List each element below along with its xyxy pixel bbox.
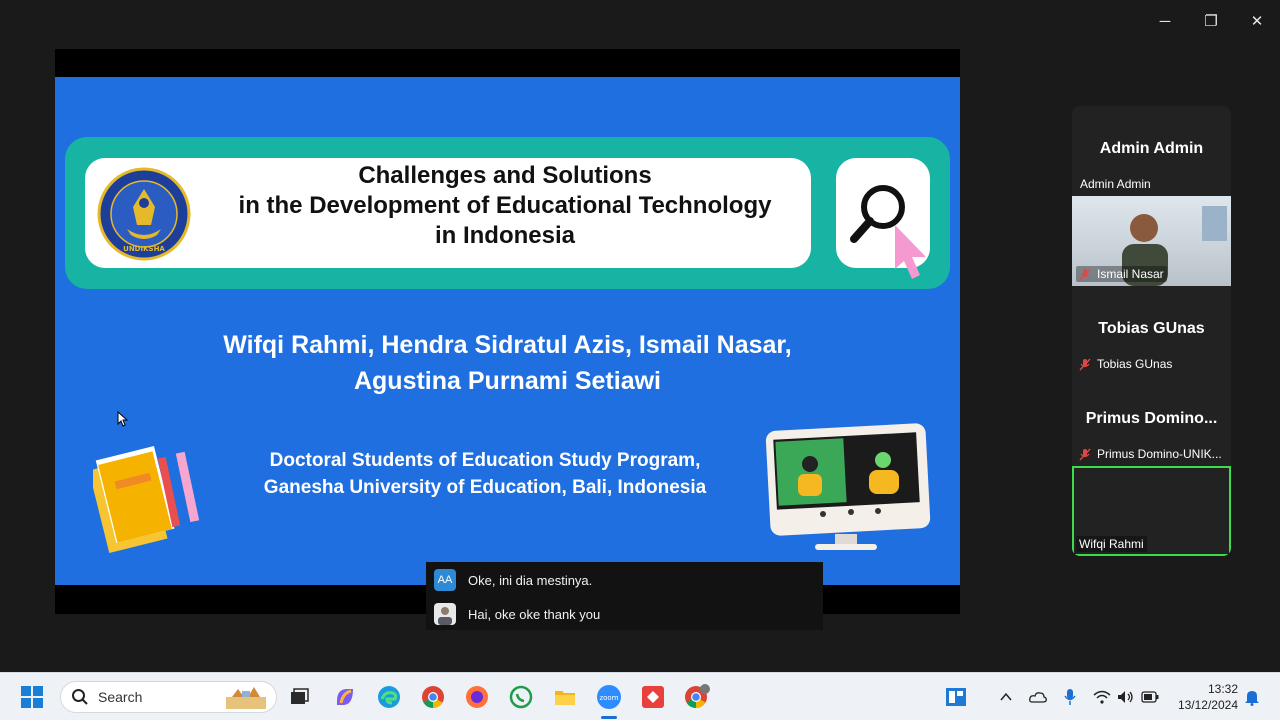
edge-icon[interactable] — [375, 683, 403, 711]
minimize-button[interactable]: ─ — [1150, 8, 1180, 34]
clock-date: 13/12/2024 — [1177, 698, 1238, 712]
minimize-icon: ─ — [1159, 12, 1171, 30]
windows-taskbar: Search zoom 13:32 13/12/2024 — [0, 672, 1280, 720]
anydesk-icon[interactable] — [639, 683, 667, 711]
mouse-pointer-icon — [117, 411, 129, 427]
wifi-icon[interactable] — [1092, 687, 1112, 707]
participant-tile-active-speaker[interactable]: Wifqi Rahmi — [1072, 466, 1231, 556]
chat-avatar-photo — [434, 603, 456, 625]
mic-muted-icon — [1079, 268, 1091, 280]
whatsapp-icon[interactable] — [507, 683, 535, 711]
search-highlight-icon — [226, 687, 266, 709]
university-logo: UNDIKSHA — [97, 167, 191, 261]
participant-name-label: Ismail Nasar — [1076, 266, 1167, 282]
taskbar-search[interactable]: Search — [60, 681, 277, 713]
participant-tile[interactable]: Admin Admin Admin Admin — [1072, 106, 1231, 196]
restore-icon: ❐ — [1204, 13, 1218, 30]
close-button[interactable]: ✕ — [1242, 8, 1272, 34]
active-app-indicator — [601, 716, 617, 719]
zoom-meeting-window: ─ ❐ ✕ UNDIKSHA Challenges and Solutions … — [0, 0, 1280, 672]
chat-message: AA Oke, ini dia mestinya. — [434, 567, 592, 593]
chat-text: Hai, oke oke thank you — [468, 606, 601, 622]
books-illustration — [93, 445, 200, 553]
widgets-icon[interactable] — [942, 683, 970, 711]
chat-message: Hai, oke oke thank you — [434, 601, 600, 627]
participant-name-label: Primus Domino-UNIK... — [1076, 446, 1225, 462]
chrome-icon[interactable] — [419, 683, 447, 711]
mic-muted-icon — [1079, 358, 1091, 370]
presentation-slide: UNDIKSHA Challenges and Solutions in the… — [55, 77, 960, 585]
magnifier-cursor-icon — [850, 185, 926, 279]
slide-affiliation: Doctoral Students of Education Study Pro… — [263, 450, 707, 498]
battery-icon[interactable] — [1140, 687, 1160, 707]
file-explorer-icon[interactable] — [551, 683, 579, 711]
participant-tile[interactable]: Primus Domino... Primus Domino-UNIK... — [1072, 376, 1231, 466]
participant-name-label: Admin Admin — [1080, 177, 1151, 191]
mic-muted-icon — [1079, 448, 1091, 460]
chat-overlay: AA Oke, ini dia mestinya. Hai, oke oke t… — [426, 562, 823, 630]
participant-tile[interactable]: Tobias GUnas Tobias GUnas — [1072, 286, 1231, 376]
participants-panel: Admin Admin Admin Admin Ismail Nasar Tob… — [1072, 106, 1231, 556]
slide-title: Challenges and Solutions in the Developm… — [238, 162, 772, 249]
slide-authors: Wifqi Rahmi, Hendra Sidratul Azis, Ismai… — [223, 331, 792, 395]
participant-name-label: Tobias GUnas — [1076, 356, 1175, 372]
chevron-up-icon[interactable] — [996, 687, 1016, 707]
system-clock[interactable]: 13:32 13/12/2024 — [1170, 681, 1238, 713]
svg-text:zoom: zoom — [599, 694, 618, 702]
firefox-icon[interactable] — [463, 683, 491, 711]
video-call-illustration — [765, 423, 931, 550]
onedrive-icon[interactable] — [1028, 687, 1048, 707]
volume-icon[interactable] — [1116, 687, 1136, 707]
task-view-icon[interactable] — [285, 683, 313, 711]
search-label: Search — [98, 689, 143, 705]
participant-display-name: Admin Admin — [1099, 140, 1204, 157]
search-icon — [72, 689, 88, 705]
logo-text: UNDIKSHA — [123, 245, 165, 253]
chat-text: Oke, ini dia mestinya. — [468, 572, 593, 588]
chrome-profile-icon[interactable] — [683, 683, 711, 711]
participant-display-name: Primus Domino... — [1085, 410, 1218, 427]
microphone-icon[interactable] — [1060, 687, 1080, 707]
windows-start-icon[interactable] — [18, 683, 46, 711]
notification-bell-icon[interactable] — [1242, 687, 1262, 707]
copilot-icon[interactable] — [331, 683, 359, 711]
participant-display-name: Tobias GUnas — [1098, 320, 1205, 337]
participant-tile[interactable]: Ismail Nasar — [1072, 196, 1231, 286]
restore-button[interactable]: ❐ — [1196, 8, 1226, 34]
close-icon: ✕ — [1250, 13, 1264, 30]
chat-avatar: AA — [434, 569, 456, 591]
participant-name-label: Wifqi Rahmi — [1076, 536, 1147, 552]
zoom-icon[interactable]: zoom — [595, 683, 623, 711]
clock-time: 13:32 — [1207, 682, 1238, 696]
